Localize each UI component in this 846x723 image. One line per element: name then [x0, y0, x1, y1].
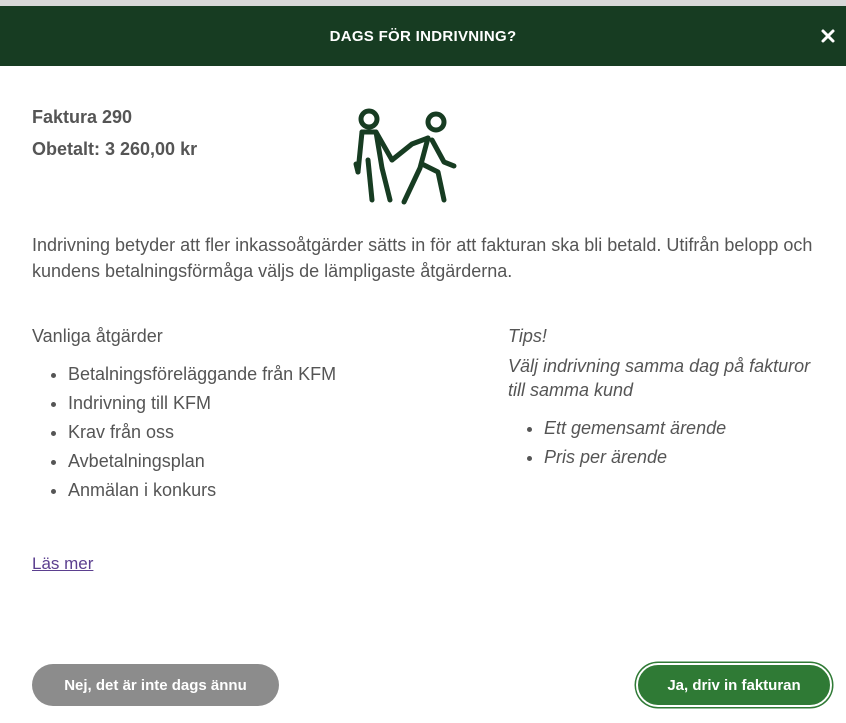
list-item: Betalningsföreläggande från KFM — [68, 360, 472, 389]
tips-heading: Tips! — [508, 326, 547, 346]
modal-title: DAGS FÖR INDRIVNING? — [329, 27, 517, 45]
common-actions-section: Vanliga åtgärder Betalningsföreläggande … — [32, 324, 472, 505]
invoice-number: Faktura 290 — [32, 107, 133, 127]
list-item: Indrivning till KFM — [68, 389, 472, 418]
read-more-link[interactable]: Läs mer — [32, 554, 93, 574]
list-item: Anmälan i konkurs — [68, 476, 472, 505]
tips-list: Ett gemensamt ärende Pris per ärende — [508, 414, 828, 472]
tips-section: Tips! Välj indrivning samma dag på faktu… — [508, 324, 828, 472]
list-item: Avbetalningsplan — [68, 447, 472, 476]
modal-header: DAGS FÖR INDRIVNING? — [0, 6, 846, 66]
list-item: Pris per ärende — [544, 443, 828, 472]
two-walking-people-icon — [350, 108, 462, 206]
collect-invoice-button[interactable]: Ja, driv in fakturan — [636, 663, 832, 707]
collection-modal: DAGS FÖR INDRIVNING? Faktura 290 Obetalt… — [0, 6, 846, 723]
common-actions-heading: Vanliga åtgärder — [32, 326, 163, 346]
list-item: Ett gemensamt ärende — [544, 414, 828, 443]
description-text: Indrivning betyder att fler inkassoåtgär… — [32, 235, 813, 281]
invoice-unpaid-amount: Obetalt: 3 260,00 kr — [32, 139, 198, 159]
common-actions-list: Betalningsföreläggande från KFM Indrivni… — [32, 360, 472, 505]
tips-text: Välj indrivning samma dag på fakturor ti… — [508, 356, 811, 400]
list-item: Krav från oss — [68, 418, 472, 447]
decline-button[interactable]: Nej, det är inte dags ännu — [32, 664, 279, 706]
close-icon[interactable] — [820, 28, 836, 44]
invoice-info: Faktura 290 Obetalt: 3 260,00 kr — [32, 106, 197, 170]
